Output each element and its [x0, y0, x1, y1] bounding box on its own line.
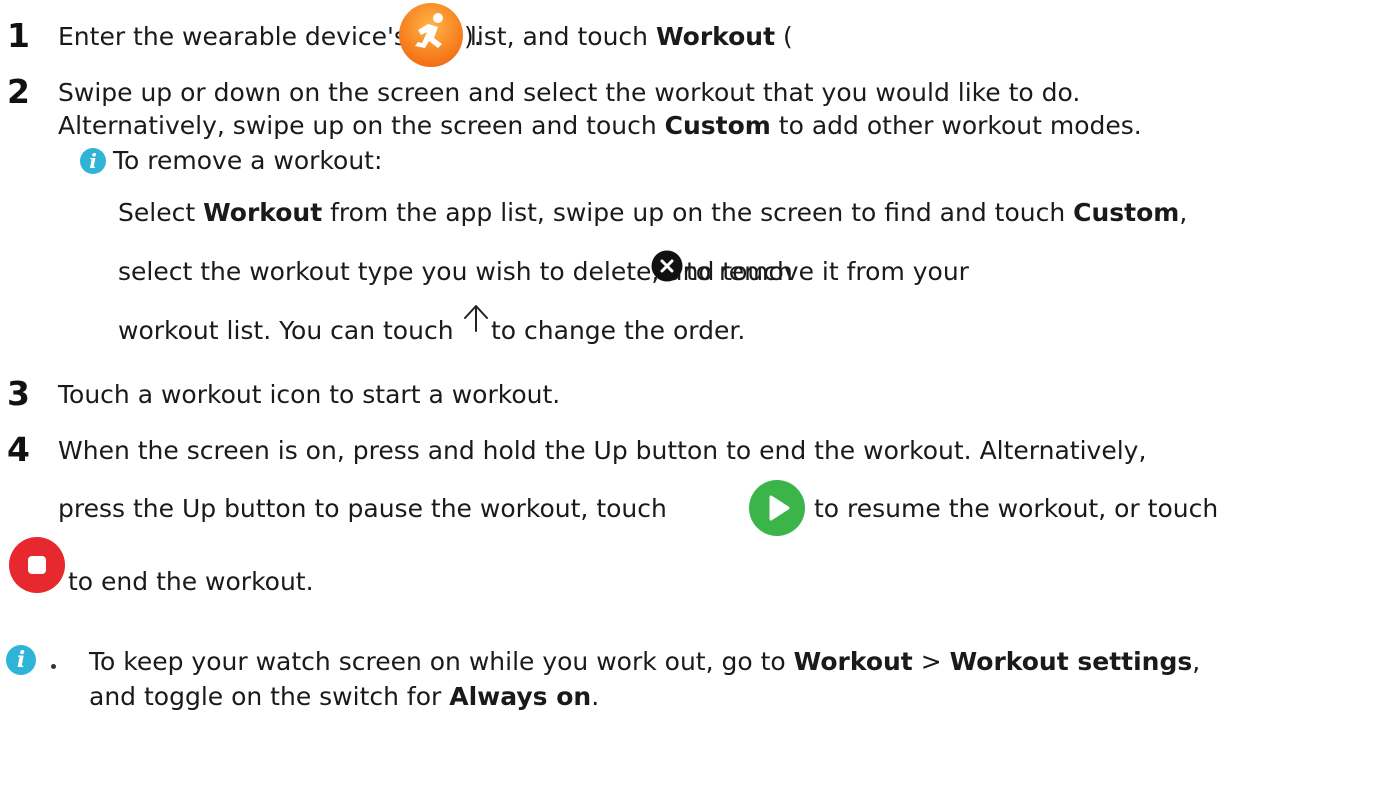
- play-icon: [749, 480, 805, 536]
- note-line-1: Select Workout from the app list, swipe …: [118, 198, 1188, 227]
- step-number-2: 2: [7, 72, 30, 111]
- step-number-3: 3: [7, 374, 30, 413]
- note-line-2-end: to remove it from your: [686, 257, 969, 286]
- tip-line-2: and toggle on the switch for Always on.: [89, 682, 600, 711]
- stop-icon: [9, 537, 65, 593]
- step-number-1: 1: [7, 16, 30, 55]
- note-line-3: workout list. You can touch: [118, 316, 454, 345]
- info-icon: i: [6, 645, 36, 675]
- arrow-up-icon: [462, 303, 490, 333]
- info-icon: i: [80, 148, 106, 174]
- workout-app-icon: [398, 2, 464, 68]
- note-title: To remove a workout:: [113, 146, 383, 175]
- step-4-line-2: press the Up button to pause the workout…: [58, 494, 667, 523]
- step-2-line-2: Alternatively, swipe up on the screen an…: [58, 111, 1142, 140]
- step-4-line-2-end: to resume the workout, or touch: [814, 494, 1219, 523]
- note-line-3-end: to change the order.: [491, 316, 746, 345]
- bullet: [51, 664, 56, 669]
- step-2-line-1: Swipe up or down on the screen and selec…: [58, 78, 1081, 107]
- tip-line-1: To keep your watch screen on while you w…: [89, 647, 1201, 676]
- step-4-line-1: When the screen is on, press and hold th…: [58, 436, 1147, 465]
- step-4-line-3: to end the workout.: [68, 567, 314, 596]
- step-3-text: Touch a workout icon to start a workout.: [58, 380, 561, 409]
- step-1-close: ).: [464, 22, 482, 51]
- close-circle-icon: [651, 250, 683, 282]
- step-number-4: 4: [7, 430, 30, 469]
